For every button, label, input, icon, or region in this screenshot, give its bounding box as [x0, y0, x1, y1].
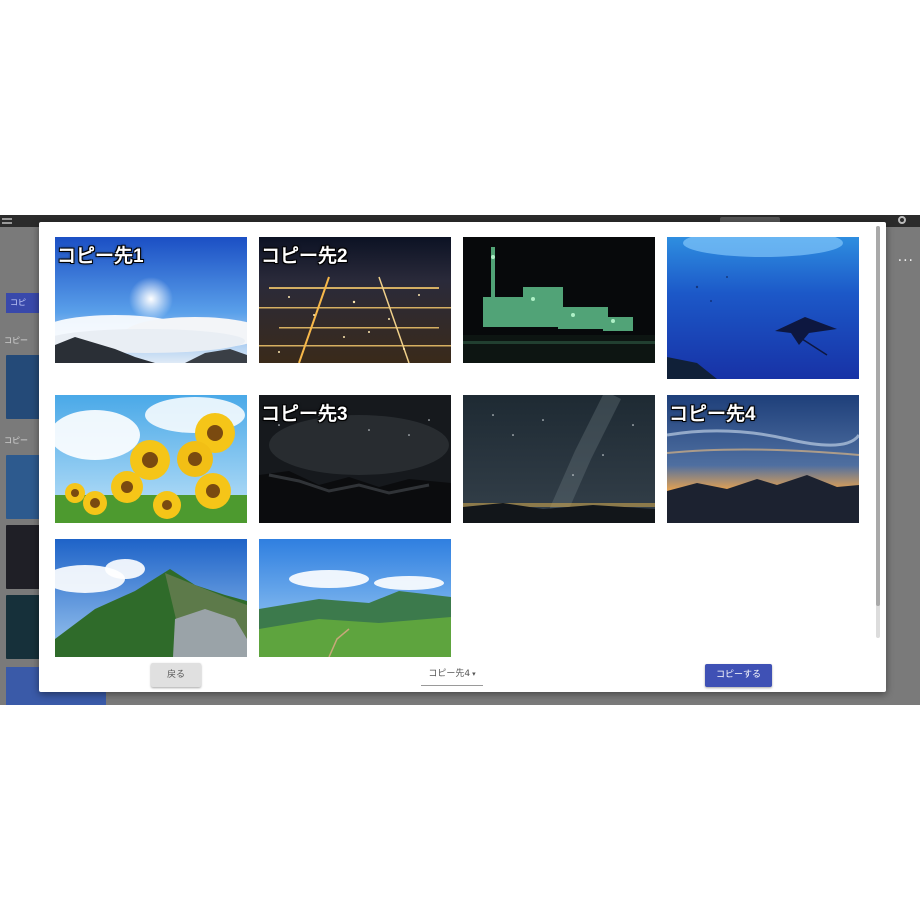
underwater-manta-image — [667, 237, 859, 379]
image-tile-rocky-ridge[interactable] — [55, 539, 247, 657]
destination-select-value: コピー先4 — [428, 669, 471, 679]
search-icon — [898, 216, 906, 224]
image-tile-green-meadow[interactable] — [259, 539, 451, 657]
chevron-down-icon: ▾ — [472, 670, 476, 678]
image-tile-milky-way[interactable] — [463, 395, 655, 523]
background-section-label: コピー — [4, 336, 28, 345]
back-button[interactable]: 戻る — [151, 663, 201, 687]
tile-caption: コピー先2 — [261, 246, 348, 267]
factory-night-image — [463, 237, 655, 363]
image-tile-factory-night[interactable] — [463, 237, 655, 363]
copy-destination-dialog: コピー先1 コピー先2 コピー先3 コピー先4 戻る コピー先4 ▾ コピーする — [39, 222, 886, 692]
copy-button[interactable]: コピーする — [705, 664, 772, 687]
image-tile-city-night[interactable]: コピー先2 — [259, 237, 451, 363]
image-tile-starry-mountain[interactable]: コピー先3 — [259, 395, 451, 523]
grid-scrollbar-thumb[interactable] — [876, 226, 880, 606]
image-grid: コピー先1 コピー先2 コピー先3 コピー先4 — [39, 222, 886, 662]
green-meadow-image — [259, 539, 451, 657]
image-tile-sunrise-clouds[interactable]: コピー先1 — [55, 237, 247, 363]
tile-caption: コピー先1 — [57, 246, 144, 267]
background-copy-button: コピ — [6, 293, 40, 313]
more-icon: ··· — [897, 253, 914, 269]
image-tile-underwater[interactable] — [667, 237, 859, 379]
background-thumbnail — [6, 355, 40, 419]
menu-icon — [2, 218, 12, 224]
background-section-label: コピー — [4, 436, 28, 445]
tile-caption: コピー先3 — [261, 404, 348, 425]
tile-caption: コピー先4 — [669, 404, 756, 425]
background-thumbnail — [6, 595, 40, 659]
background-thumbnail — [6, 455, 40, 519]
image-tile-sunflowers[interactable] — [55, 395, 247, 523]
image-tile-mountain-sunset[interactable]: コピー先4 — [667, 395, 859, 523]
sunflowers-image — [55, 395, 247, 523]
rocky-ridge-image — [55, 539, 247, 657]
destination-select[interactable]: コピー先4 ▾ — [421, 663, 483, 686]
background-thumbnail — [6, 525, 40, 589]
milky-way-image — [463, 395, 655, 523]
